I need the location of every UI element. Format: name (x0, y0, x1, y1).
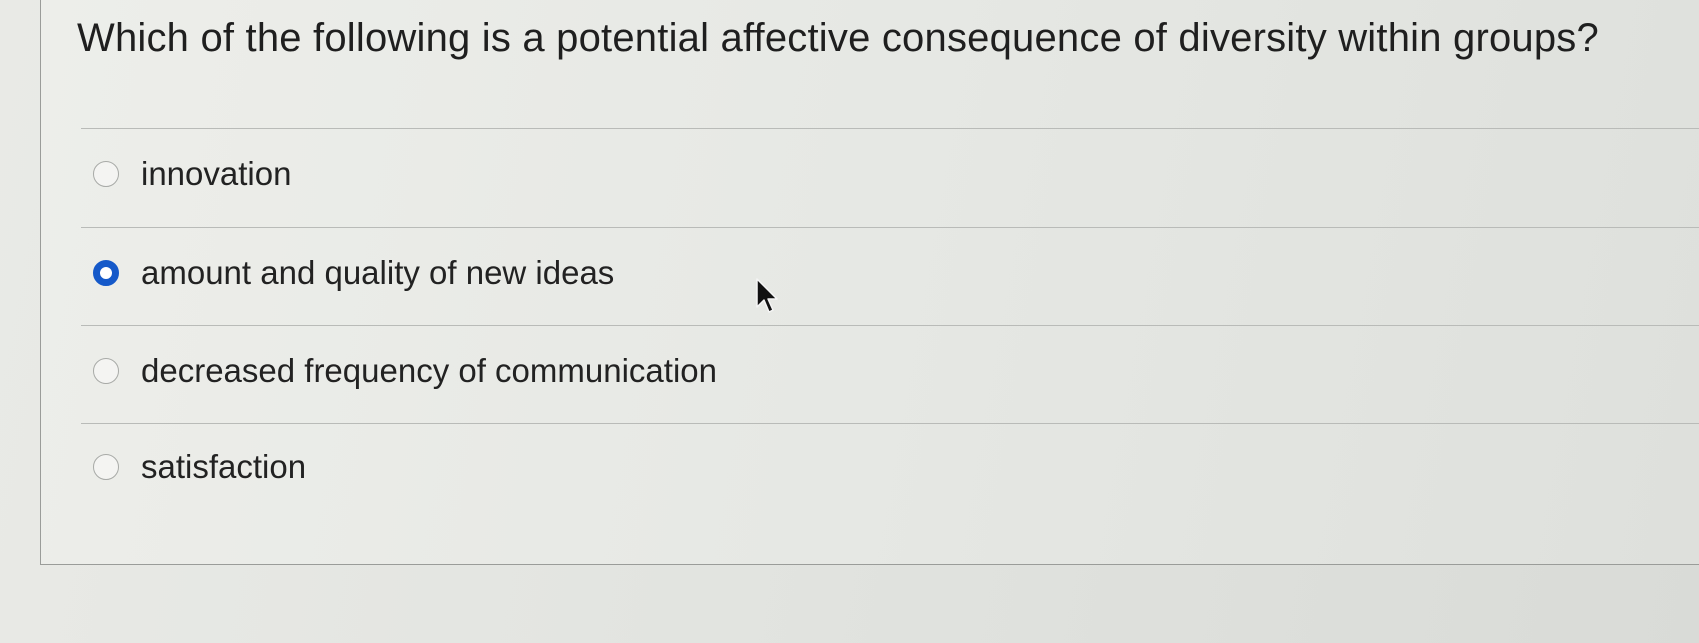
divider (81, 423, 1699, 424)
mouse-pointer-icon (756, 278, 778, 313)
radio-button[interactable] (93, 161, 119, 187)
radio-button[interactable] (93, 358, 119, 384)
option-label: amount and quality of new ideas (141, 254, 615, 291)
option-innovation[interactable]: innovation (93, 149, 291, 199)
question-card: Which of the following is a potential af… (40, 0, 1699, 565)
divider (81, 227, 1699, 228)
option-satisfaction[interactable]: satisfaction (93, 442, 306, 492)
option-label: satisfaction (141, 448, 307, 485)
question-text: Which of the following is a potential af… (77, 16, 1599, 60)
option-amount-and-quality-of-new-ideas[interactable]: amount and quality of new ideas (93, 248, 614, 298)
option-label: innovation (141, 155, 292, 192)
radio-button[interactable] (93, 454, 119, 480)
divider (81, 325, 1699, 326)
option-label: decreased frequency of communication (141, 352, 717, 389)
option-decreased-frequency-of-communication[interactable]: decreased frequency of communication (93, 346, 717, 396)
divider (81, 128, 1699, 129)
radio-button-selected[interactable] (93, 260, 119, 286)
